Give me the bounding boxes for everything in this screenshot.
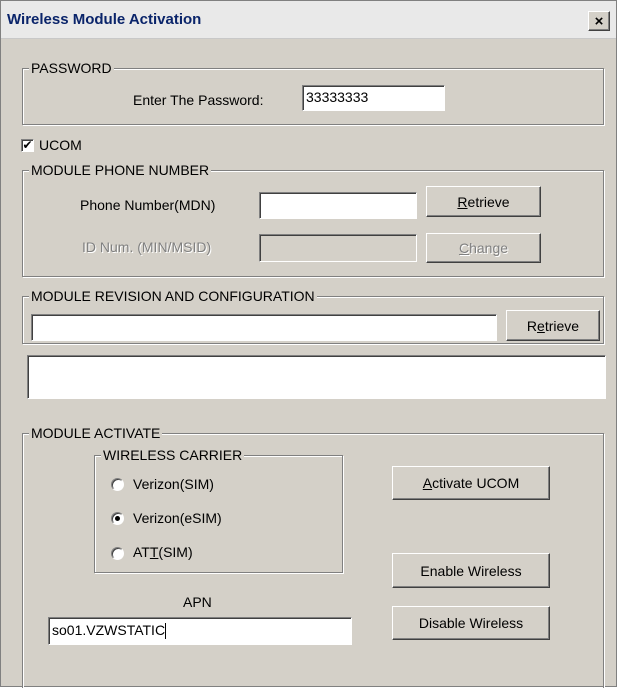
- radio-verizon-esim[interactable]: [111, 512, 124, 525]
- enable-wireless-button[interactable]: Enable Wireless: [392, 553, 550, 588]
- change-button: Change: [426, 233, 541, 263]
- password-label: Enter The Password:: [133, 92, 264, 108]
- change-button-label: Change: [458, 240, 509, 256]
- wireless-carrier-group-title: WIRELESS CARRIER: [101, 446, 245, 464]
- id-num-label: ID Num. (MIN/MSID): [82, 239, 212, 255]
- apn-input-value: so01.VZWSTATIC: [52, 622, 166, 638]
- apn-label: APN: [183, 594, 212, 610]
- ucom-checkbox-label[interactable]: UCOM: [39, 136, 82, 154]
- module-revision-group-title: MODULE REVISION AND CONFIGURATION: [29, 287, 317, 305]
- close-button[interactable]: ×: [588, 11, 610, 31]
- retrieve-phone-button[interactable]: Retrieve: [426, 186, 541, 217]
- close-icon: ×: [594, 12, 604, 30]
- radio-att-sim[interactable]: [111, 547, 124, 560]
- password-group-title: PASSWORD: [29, 59, 114, 77]
- status-output-box: [27, 355, 606, 399]
- radio-att-sim-label[interactable]: ATT(SIM): [133, 543, 193, 561]
- retrieve-revision-button[interactable]: Retrieve: [506, 310, 600, 341]
- revision-config-input[interactable]: [31, 314, 497, 341]
- retrieve-phone-button-label: Retrieve: [457, 193, 510, 210]
- activate-ucom-button-label: Activate UCOM: [422, 475, 520, 491]
- radio-verizon-sim-label[interactable]: Verizon(SIM): [133, 475, 214, 493]
- id-num-input: [259, 234, 417, 262]
- window-title: Wireless Module Activation: [7, 11, 202, 28]
- disable-wireless-button-label: Disable Wireless: [418, 615, 524, 631]
- radio-verizon-esim-label[interactable]: Verizon(eSIM): [133, 509, 222, 527]
- title-bar[interactable]: Wireless Module Activation ×: [1, 1, 616, 39]
- enable-wireless-button-label: Enable Wireless: [420, 562, 522, 579]
- password-input[interactable]: 33333333: [302, 85, 445, 111]
- retrieve-revision-button-label: Retrieve: [526, 317, 580, 334]
- checkmark-icon: ✔: [22, 138, 33, 152]
- phone-number-input[interactable]: [259, 192, 417, 219]
- text-cursor: [165, 623, 167, 640]
- module-phone-number-group-title: MODULE PHONE NUMBER: [29, 161, 212, 179]
- activate-ucom-button[interactable]: Activate UCOM: [392, 466, 550, 500]
- module-activate-group-title: MODULE ACTIVATE: [29, 424, 163, 442]
- ucom-checkbox[interactable]: ✔: [21, 139, 34, 152]
- radio-verizon-sim[interactable]: [111, 478, 124, 491]
- disable-wireless-button[interactable]: Disable Wireless: [392, 606, 550, 640]
- apn-input[interactable]: so01.VZWSTATIC: [48, 617, 352, 645]
- phone-number-label: Phone Number(MDN): [80, 197, 216, 213]
- wireless-module-activation-window: Wireless Module Activation × PASSWORD En…: [0, 0, 617, 688]
